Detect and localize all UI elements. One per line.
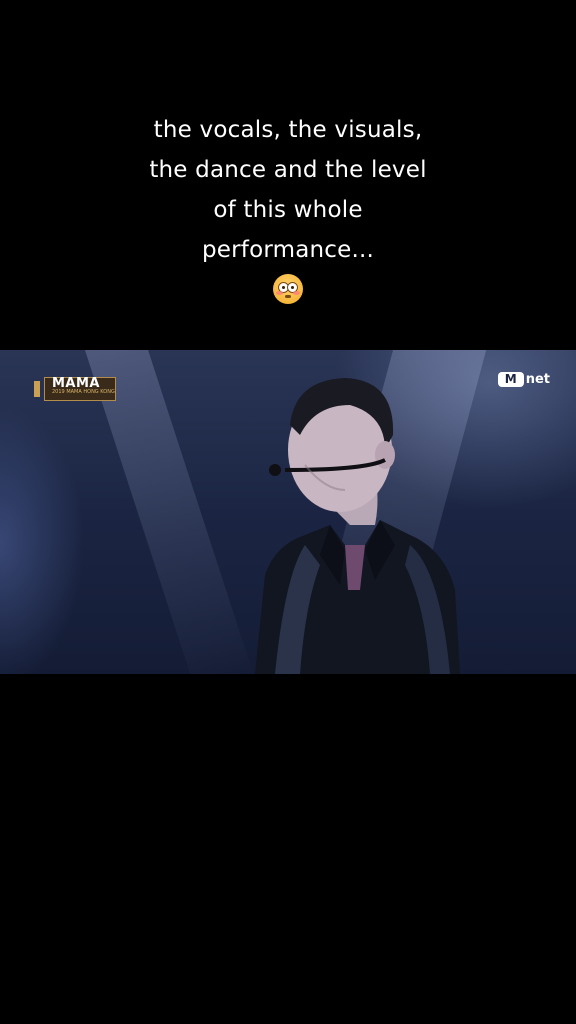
- video-frame[interactable]: MAMA 2019 MAMA HONG KONG M net: [0, 350, 576, 674]
- caption-line-2: the dance and the level: [149, 157, 427, 183]
- mama-logo: MAMA 2019 MAMA HONG KONG: [34, 373, 116, 401]
- mnet-logo-net: net: [525, 371, 550, 387]
- caption-line-3: of this whole: [213, 197, 363, 223]
- caption-line-1: the vocals, the visuals,: [153, 117, 423, 143]
- caption-line-4: performance...: [201, 237, 375, 263]
- mnet-logo-m: M: [497, 371, 524, 387]
- flushed-face-emoji-icon: [273, 274, 303, 304]
- mama-logo-sub: 2019 MAMA HONG KONG: [52, 389, 115, 395]
- caption: the vocals, the visuals, the dance and t…: [0, 110, 576, 308]
- mnet-logo: M net: [497, 371, 550, 387]
- performer-figure: [255, 378, 460, 674]
